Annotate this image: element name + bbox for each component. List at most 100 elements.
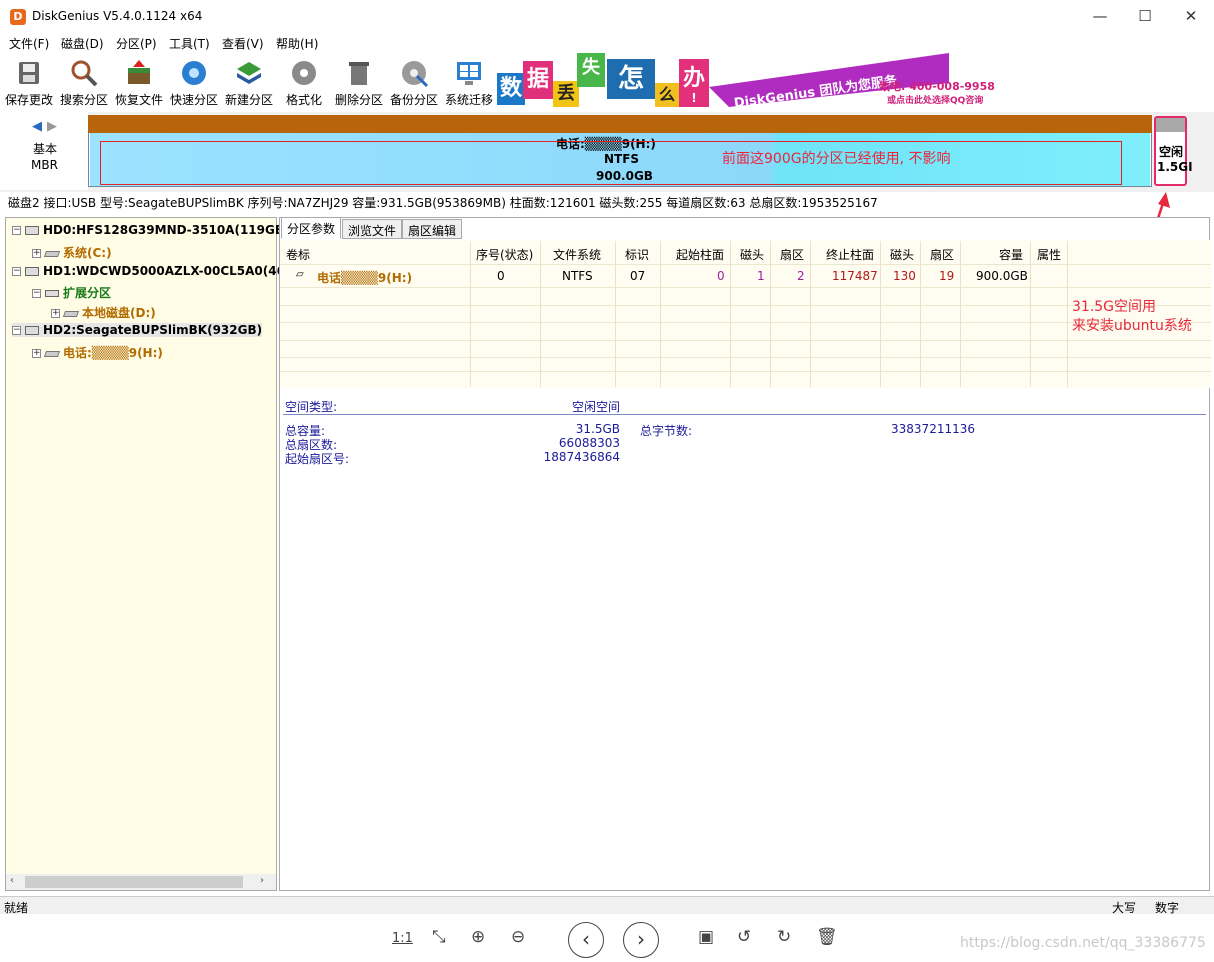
new-partition-label: 新建分区	[224, 93, 273, 107]
recover-files-label: 恢复文件	[114, 93, 163, 107]
actual-size-button[interactable]: 1:1	[392, 931, 413, 946]
collapse-icon[interactable]: −	[12, 267, 21, 276]
search-partition-button[interactable]: 搜索分区	[57, 56, 111, 108]
ad-banner[interactable]: 数 据 丢 失 怎 么 办 ! DiskGenius 团队为您服务 致电: 40…	[497, 53, 997, 107]
delete-partition-button[interactable]: 删除分区	[332, 56, 386, 108]
close-button[interactable]: ✕	[1168, 0, 1214, 32]
tree-scroll-thumb[interactable]	[25, 876, 243, 888]
col-divider	[770, 241, 771, 387]
row-end-cyl: 117487	[832, 269, 878, 283]
banner-tag: !	[679, 89, 709, 107]
expand-icon[interactable]: +	[32, 249, 41, 258]
status-bar: 就绪 大写 数字	[0, 896, 1214, 915]
table-row[interactable]	[280, 265, 1211, 287]
system-migrate-label: 系统迁移	[444, 93, 493, 107]
menu-help[interactable]: 帮助(H)	[276, 35, 318, 52]
recover-files-button[interactable]: 恢复文件	[112, 56, 166, 108]
rotate-left-icon[interactable]: ↺	[737, 927, 751, 947]
tree-node-extended[interactable]: − 扩展分区	[32, 284, 111, 301]
col-header-end-head[interactable]: 磁头	[890, 246, 914, 263]
menu-disk[interactable]: 磁盘(D)	[61, 35, 104, 52]
col-divider	[810, 241, 811, 387]
col-header-end-sector[interactable]: 扇区	[930, 246, 954, 263]
col-header-index[interactable]: 序号(状态)	[476, 246, 533, 263]
row-label: 电话▒▒▒▒9(H:)	[317, 271, 413, 285]
quick-partition-button[interactable]: 快速分区	[167, 56, 221, 108]
scroll-right-icon[interactable]: ›	[260, 875, 264, 886]
tree-node-hd0[interactable]: − HD0:HFS128G39MND-3510A(119GB)	[12, 223, 289, 237]
format-button[interactable]: 格式化	[277, 56, 331, 108]
banner-qq-link[interactable]: 或点击此处选择QQ咨询	[887, 93, 983, 106]
col-header-fs[interactable]: 文件系统	[553, 246, 601, 263]
banner-tag: 么	[655, 83, 679, 107]
row-start-cyl: 0	[717, 269, 725, 283]
disk-info-line: 磁盘2 接口:USB 型号:SeagateBUPSlimBK 序列号:NA7ZH…	[8, 196, 878, 210]
free-space-label: 空闲	[1159, 145, 1184, 159]
col-divider	[660, 241, 661, 387]
tab-browse-files[interactable]: 浏览文件	[342, 219, 403, 239]
tree-label: HD0:HFS128G39MND-3510A(119GB)	[43, 223, 290, 237]
collapse-icon[interactable]: −	[12, 226, 21, 235]
search-partition-label: 搜索分区	[59, 93, 108, 107]
total-bytes-label: 总字节数:	[640, 424, 693, 438]
maximize-button[interactable]: ☐	[1122, 0, 1168, 32]
row-id: 07	[630, 269, 646, 283]
col-header-size[interactable]: 容量	[999, 246, 1023, 263]
col-divider	[540, 241, 541, 387]
banner-tag: 失	[577, 53, 605, 87]
recover-box-icon	[128, 60, 150, 84]
col-header-attr[interactable]: 属性	[1037, 246, 1061, 263]
space-type-value: 空闲空间	[572, 400, 621, 414]
magnifier-icon	[71, 60, 98, 87]
format-label: 格式化	[285, 93, 322, 107]
menu-view[interactable]: 查看(V)	[222, 35, 264, 52]
tree-node-hd2[interactable]: − HD2:SeagateBUPSlimBK(932GB)	[12, 323, 263, 337]
volume-icon	[62, 310, 80, 317]
col-header-start-head[interactable]: 磁头	[740, 246, 764, 263]
row-divider	[280, 357, 1211, 358]
expand-icon[interactable]: +	[32, 349, 41, 358]
banner-tag: 据	[523, 61, 553, 99]
slideshow-icon[interactable]: ▣	[698, 927, 714, 947]
tree-node-hd1[interactable]: − HD1:WDCWD5000AZLX-00CL5A0(466	[12, 264, 293, 278]
menu-tools[interactable]: 工具(T)	[169, 35, 210, 52]
col-header-start-sector[interactable]: 扇区	[780, 246, 804, 263]
scroll-left-icon[interactable]: ‹	[10, 875, 14, 886]
collapse-icon[interactable]: −	[12, 326, 21, 335]
fit-window-icon[interactable]: ⤡	[432, 927, 446, 947]
prev-disk-arrow-icon[interactable]: ◀	[32, 119, 42, 134]
menu-file[interactable]: 文件(F)	[9, 35, 49, 52]
disk-type-box: ◀ ▶ 基本 MBR	[0, 112, 88, 190]
col-header-start-cyl[interactable]: 起始柱面	[676, 246, 724, 263]
col-header-id[interactable]: 标识	[625, 246, 649, 263]
save-changes-button[interactable]: 保存更改	[2, 56, 56, 108]
volume-icon	[43, 350, 61, 357]
expand-icon[interactable]: +	[51, 309, 60, 318]
row-end-sector: 19	[939, 269, 955, 283]
col-divider	[920, 241, 921, 387]
minimize-button[interactable]: —	[1077, 0, 1123, 32]
tree-node-d[interactable]: + 本地磁盘(D:)	[51, 304, 156, 321]
new-partition-button[interactable]: 新建分区	[222, 56, 276, 108]
zoom-in-icon[interactable]: ⊕	[471, 927, 485, 947]
zoom-out-icon[interactable]: ⊖	[511, 927, 525, 947]
backup-partition-label: 备份分区	[389, 93, 438, 107]
next-image-icon[interactable]: ›	[623, 922, 659, 958]
previous-image-icon[interactable]: ‹	[568, 922, 604, 958]
tab-sector-edit[interactable]: 扇区编辑	[402, 219, 463, 239]
row-end-head: 130	[893, 269, 916, 283]
col-divider	[880, 241, 881, 387]
menu-partition[interactable]: 分区(P)	[116, 35, 157, 52]
banner-phone: 致电: 400-008-9958	[879, 80, 995, 93]
tab-partition-params[interactable]: 分区参数	[281, 217, 342, 239]
next-disk-arrow-icon[interactable]: ▶	[47, 119, 57, 134]
delete-icon[interactable]: 🗑	[816, 927, 838, 947]
tree-node-c[interactable]: + 系统(C:)	[32, 244, 112, 261]
col-header-label[interactable]: 卷标	[286, 246, 310, 263]
col-header-end-cyl[interactable]: 终止柱面	[826, 246, 874, 263]
collapse-icon[interactable]: −	[32, 289, 41, 298]
tree-node-h[interactable]: + 电话:▒▒▒▒9(H:)	[32, 344, 163, 361]
system-migrate-button[interactable]: 系统迁移	[442, 56, 496, 108]
backup-partition-button[interactable]: 备份分区	[387, 56, 441, 108]
rotate-right-icon[interactable]: ↻	[777, 927, 791, 947]
